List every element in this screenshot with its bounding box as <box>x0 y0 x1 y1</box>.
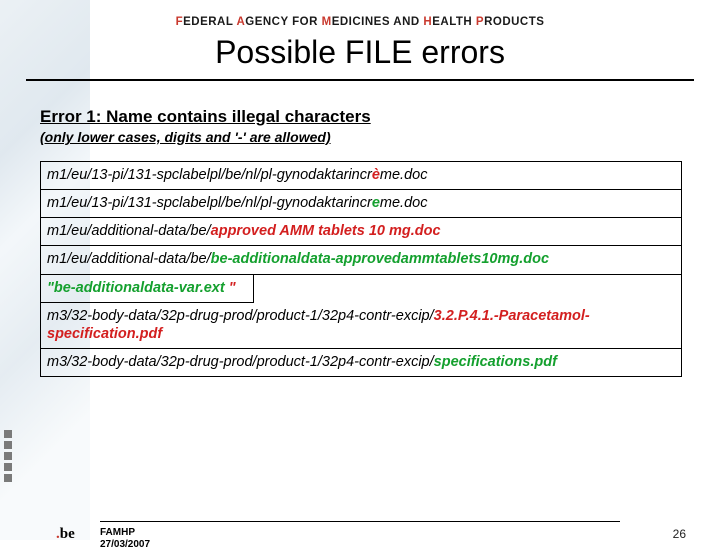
slide-footer: .be FAMHP27/03/2007 26 <box>0 521 720 522</box>
path-segment: be-additionaldata-approvedammtablets10mg… <box>211 251 549 267</box>
path-segment: approved AMM tablets 10 mg.doc <box>211 223 441 239</box>
be-logo: .be <box>56 526 75 543</box>
table-row: m3/32-body-data/32p-drug-prod/product-1/… <box>41 303 681 349</box>
path-segment: " <box>225 280 236 296</box>
table-row: m1/eu/13-pi/131-spclabelpl/be/nl/pl-gyno… <box>41 190 681 218</box>
path-segment: 32p4-contr-excip/ <box>322 308 434 324</box>
slide-header: FEDERAL AGENCY FOR MEDICINES AND HEALTH … <box>0 0 720 81</box>
agency-name: FEDERAL AGENCY FOR MEDICINES AND HEALTH … <box>0 16 720 28</box>
content: Error 1: Name contains illegal character… <box>0 81 720 377</box>
table-row: m1/eu/additional-data/be/be-additionalda… <box>41 246 681 274</box>
error-subheading: (only lower cases, digits and '-' are al… <box>40 129 331 145</box>
path-segment: "be-additionaldata-var.ext <box>47 280 225 296</box>
path-segment: m3/32-body-data/32p-drug-prod/ <box>47 354 257 370</box>
footer-divider <box>100 521 620 522</box>
path-segment: 32p4-contr-excip/ <box>322 354 434 370</box>
page-title: Possible FILE errors <box>0 34 720 71</box>
examples-table: m1/eu/13-pi/131-spclabelpl/be/nl/pl-gyno… <box>40 161 682 377</box>
path-segment: specifications.pdf <box>434 354 557 370</box>
path-segment: me.doc <box>380 167 428 183</box>
path-segment: m1/eu/13-pi/131-spclabelpl/be/nl/pl-gyno… <box>47 167 372 183</box>
page-number: 26 <box>673 527 686 541</box>
path-segment: è <box>372 167 380 183</box>
footer-meta: FAMHP27/03/2007 <box>100 527 150 551</box>
table-row: m3/32-body-data/32p-drug-prod/product-1/… <box>41 349 681 376</box>
path-segment: m1/eu/additional-data/be/ <box>47 251 211 267</box>
path-segment: me.doc <box>380 195 428 211</box>
path-segment: product-1/ <box>257 308 322 324</box>
error-heading: Error 1: Name contains illegal character… <box>40 107 686 127</box>
path-segment: e <box>372 195 380 211</box>
path-segment: m1/eu/13-pi/131-spclabelpl/be/nl/pl-gyno… <box>47 195 372 211</box>
path-segment: m1/eu/additional-data/be/ <box>47 223 211 239</box>
table-row: m1/eu/additional-data/be/approved AMM ta… <box>41 218 681 246</box>
deco-dots <box>4 427 12 485</box>
table-row: "be-additionaldata-var.ext " <box>41 275 254 303</box>
path-segment: m3/32-body-data/32p-drug-prod/ <box>47 308 257 324</box>
table-row: m1/eu/13-pi/131-spclabelpl/be/nl/pl-gyno… <box>41 162 681 190</box>
path-segment: product-1/ <box>257 354 322 370</box>
